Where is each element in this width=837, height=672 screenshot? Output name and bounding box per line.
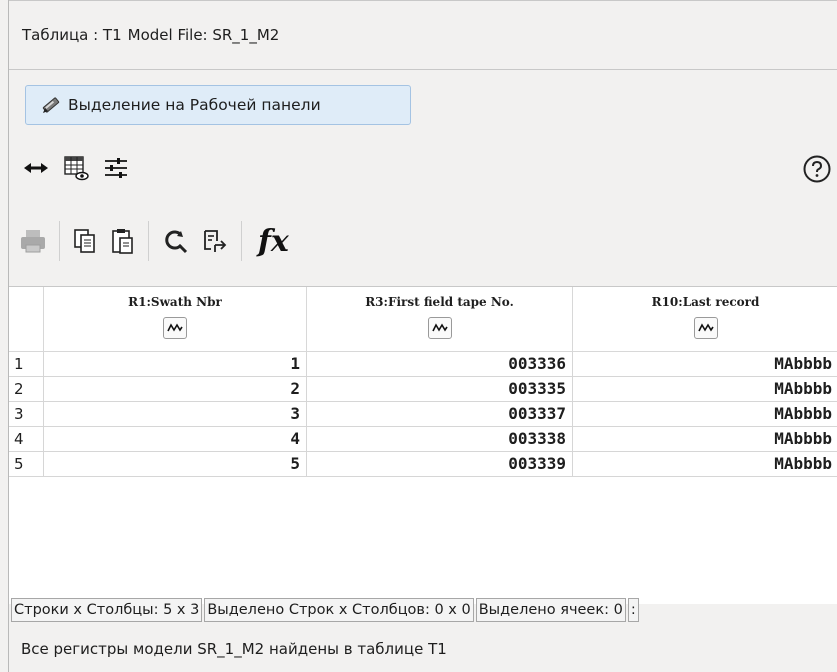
column-header-label: R1:Swath Nbr	[128, 295, 222, 309]
edit-toolbar: fx	[19, 218, 289, 264]
table-cell[interactable]: 003339	[306, 452, 572, 477]
table-cell[interactable]: MAbbbb	[572, 427, 837, 452]
column-header-last-record[interactable]: R10:Last record	[572, 287, 837, 352]
table-cell[interactable]: 5	[43, 452, 306, 477]
row-number: 2	[14, 380, 24, 398]
print-icon[interactable]	[19, 227, 47, 255]
paste-icon[interactable]	[110, 227, 136, 255]
column-header-swath-nbr[interactable]: R1:Swath Nbr	[43, 287, 306, 352]
fx-icon[interactable]: fx	[258, 224, 289, 259]
status-rows-cols: Строки x Столбцы: 5 x 3	[11, 598, 203, 622]
table-cell[interactable]: 3	[43, 402, 306, 427]
table-cell[interactable]: 1	[43, 352, 306, 377]
table-cell[interactable]: 003336	[306, 352, 572, 377]
sliders-icon[interactable]	[103, 156, 129, 180]
view-toolbar	[23, 150, 837, 186]
select-on-workspace-label: Выделение на Рабочей панели	[68, 96, 321, 114]
column-filter-button[interactable]	[693, 317, 718, 339]
table-row[interactable]: 4 4 003338 MAbbbb	[9, 427, 837, 452]
zigzag-icon	[167, 323, 183, 332]
toolbar-divider	[241, 221, 242, 261]
row-number: 1	[14, 355, 24, 373]
column-filter-button[interactable]	[427, 317, 452, 339]
status-bar: Строки x Столбцы: 5 x 3 Выделено Строк x…	[9, 595, 837, 625]
column-filter-button[interactable]	[163, 317, 187, 339]
data-table: R1:Swath Nbr R3:First field tape No. R10…	[9, 286, 837, 604]
search-icon[interactable]	[161, 227, 189, 255]
table-panel: Таблица : T1 Model File: SR_1_M2 Выделен…	[8, 0, 837, 672]
status-message: Все регистры модели SR_1_M2 найдены в та…	[21, 640, 447, 658]
table-cell[interactable]: MAbbbb	[572, 352, 837, 377]
title-bar: Таблица : T1 Model File: SR_1_M2	[9, 0, 837, 70]
column-header-label: R3:First field tape No.	[365, 295, 514, 309]
table-cell[interactable]: 003335	[306, 377, 572, 402]
status-selected-cells: Выделено ячеек: 0	[475, 598, 626, 622]
table-cell[interactable]: 003337	[306, 402, 572, 427]
toolbar-divider	[148, 221, 149, 261]
status-extra: :	[627, 598, 639, 622]
table-row[interactable]: 5 5 003339 MAbbbb	[9, 452, 837, 477]
table-cell[interactable]: MAbbbb	[572, 402, 837, 427]
table-cell[interactable]: MAbbbb	[572, 377, 837, 402]
status-selected-rows-cols: Выделено Строк x Столбцов: 0 x 0	[204, 598, 474, 622]
table-row[interactable]: 2 2 003335 MAbbbb	[9, 377, 837, 402]
horizontal-arrows-icon[interactable]	[23, 158, 49, 178]
zigzag-icon	[431, 323, 448, 332]
copy-icon[interactable]	[72, 227, 98, 255]
table-cell[interactable]: MAbbbb	[572, 452, 837, 477]
table-header: R1:Swath Nbr R3:First field tape No. R10…	[9, 287, 837, 352]
pencil-icon	[40, 94, 62, 116]
find-replace-icon[interactable]	[201, 227, 229, 255]
row-number: 5	[14, 455, 24, 473]
model-file-label: Model File: SR_1_M2	[127, 26, 280, 44]
column-header-first-field-tape[interactable]: R3:First field tape No.	[306, 287, 572, 352]
table-cell[interactable]: 2	[43, 377, 306, 402]
table-row[interactable]: 3 3 003337 MAbbbb	[9, 402, 837, 427]
row-number: 4	[14, 430, 24, 448]
column-header-label: R10:Last record	[651, 295, 760, 309]
table-cell[interactable]: 003338	[306, 427, 572, 452]
table-row[interactable]: 1 1 003336 MAbbbb	[9, 352, 837, 377]
toolbar-divider	[59, 221, 60, 261]
table-view-icon[interactable]	[63, 154, 89, 182]
select-on-workspace-button[interactable]: Выделение на Рабочей панели	[25, 85, 411, 125]
table-cell[interactable]: 4	[43, 427, 306, 452]
zigzag-icon	[697, 323, 714, 332]
row-number: 3	[14, 405, 24, 423]
table-label: Таблица : T1	[22, 26, 122, 44]
help-icon[interactable]	[802, 154, 832, 184]
